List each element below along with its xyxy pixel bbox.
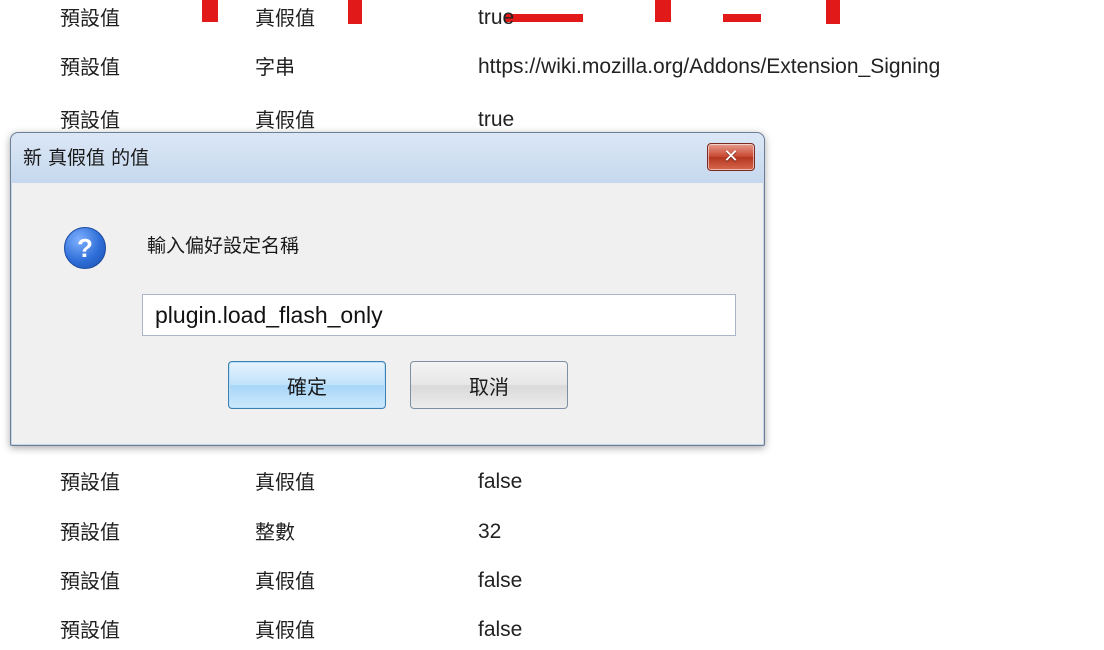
table-row[interactable]: 預設值 真假值 false	[0, 610, 1104, 650]
status-cell: 預設值	[60, 470, 120, 494]
value-cell: https://wiki.mozilla.org/Addons/Extensio…	[478, 55, 941, 78]
ok-button[interactable]: 確定	[228, 361, 386, 409]
cancel-button[interactable]: 取消	[410, 361, 568, 409]
type-cell: 真假值	[255, 618, 315, 642]
table-row[interactable]: 預設值 真假值 true	[0, 0, 1104, 38]
new-boolean-dialog: 新 真假值 的值 ✕ ? 輸入偏好設定名稱 確定 取消	[10, 132, 765, 446]
table-row[interactable]: 預設值 整數 32	[0, 512, 1104, 552]
value-cell: true	[478, 6, 515, 29]
status-cell: 預設值	[60, 55, 120, 79]
status-cell: 預設值	[60, 6, 120, 30]
value-cell: false	[478, 569, 523, 592]
dialog-body: ? 輸入偏好設定名稱 確定 取消	[12, 183, 763, 444]
type-cell: 字串	[255, 55, 295, 79]
status-cell: 預設值	[60, 520, 120, 544]
type-cell: 真假值	[255, 569, 315, 593]
type-cell: 整數	[255, 520, 295, 544]
status-cell: 預設值	[60, 569, 120, 593]
close-icon: ✕	[723, 146, 739, 167]
prompt-label: 輸入偏好設定名稱	[147, 235, 300, 257]
close-button[interactable]: ✕	[707, 143, 755, 171]
status-cell: 預設值	[60, 618, 120, 642]
table-row[interactable]: 預設值 真假值 false	[0, 561, 1104, 601]
table-row[interactable]: 預設值 真假值 false	[0, 462, 1104, 502]
value-cell: 32	[478, 520, 502, 543]
table-row[interactable]: 預設值 字串 https://wiki.mozilla.org/Addons/E…	[0, 47, 1104, 87]
question-icon: ?	[64, 227, 106, 269]
dialog-title: 新 真假值 的值	[23, 147, 150, 169]
type-cell: 真假值	[255, 470, 315, 494]
pref-name-input[interactable]	[142, 294, 736, 336]
question-mark: ?	[77, 233, 93, 263]
value-cell: false	[478, 618, 523, 641]
value-cell: false	[478, 470, 523, 493]
type-cell: 真假值	[255, 6, 315, 30]
dialog-titlebar[interactable]: 新 真假值 的值 ✕	[11, 133, 764, 183]
